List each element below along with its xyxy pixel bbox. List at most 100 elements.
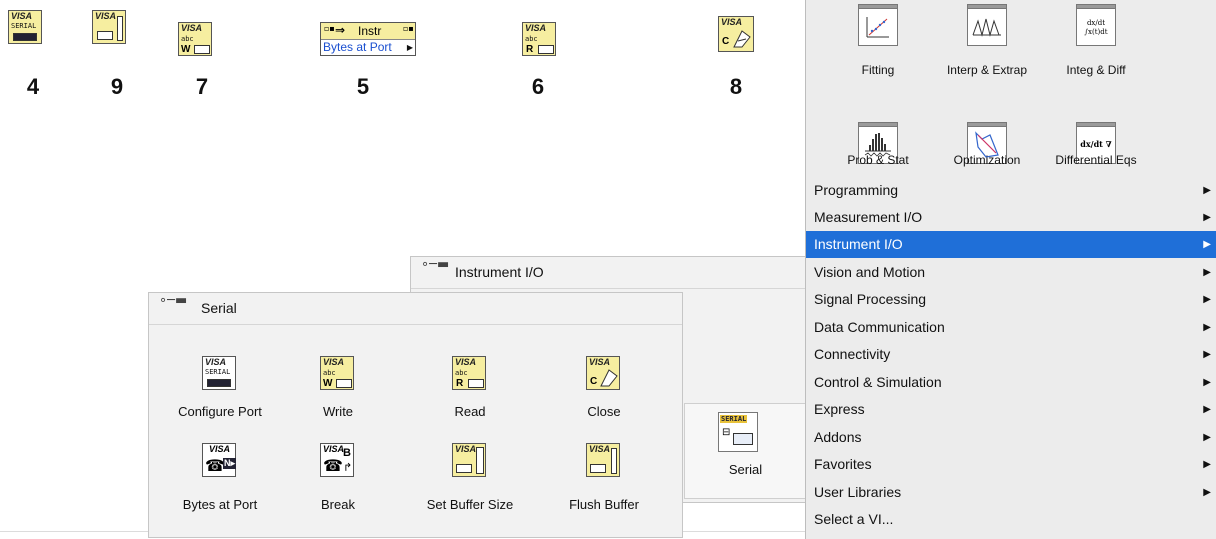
resource-glyph — [194, 45, 210, 54]
property-label: Bytes at Port — [323, 40, 392, 54]
visa-text: VISA — [11, 11, 33, 21]
serial-badge: SERIAL — [720, 415, 748, 423]
submenu-arrow-icon: ▶ — [1203, 239, 1211, 250]
item-label: Read — [454, 404, 486, 419]
category-label: Measurement I/O — [814, 209, 923, 225]
visa-write-icon: VISA abc W — [320, 356, 354, 390]
category-express[interactable]: Express ▶ — [806, 396, 1216, 423]
property-arrow-icon: ▶ — [406, 43, 413, 52]
close-letter: C — [590, 376, 598, 387]
visa-flush-buffer-icon: VISA — [586, 443, 620, 477]
configure-port-item[interactable]: VISA SERIAL Configure Port — [161, 356, 279, 426]
visa-text: VISA — [455, 357, 477, 367]
serial-palette-icon: SERIAL ⊟ — [718, 412, 758, 452]
abc-text: abc — [181, 35, 194, 43]
set-buffer-size-item[interactable]: VISA Set Buffer Size — [411, 443, 529, 513]
category-control-simulation[interactable]: Control & Simulation ▶ — [806, 369, 1216, 396]
palette-title: Instrument I/O — [455, 264, 544, 280]
ref-icon: ▫▪ — [324, 24, 335, 33]
port-glyph — [13, 33, 37, 41]
diff-eqs-glyph: dx/dt ∇ — [1080, 139, 1112, 149]
category-addons[interactable]: Addons ▶ — [806, 424, 1216, 451]
functions-palette[interactable]: Fitting Interp & Extrap dx/dt ∫x(t)dt In… — [805, 0, 1216, 539]
category-select-vi[interactable]: Select a VI... — [806, 506, 1216, 533]
serial-text: SERIAL — [205, 368, 231, 376]
visa-text: VISA — [205, 357, 227, 367]
category-favorites[interactable]: Favorites ▶ — [806, 451, 1216, 478]
visa-configure-serial-port-icon[interactable]: VISA SERIAL — [8, 10, 42, 44]
optimization-tile[interactable]: Optimization — [941, 96, 1033, 176]
serial-palette-tile[interactable]: SERIAL ⊟ Serial — [684, 403, 807, 499]
submenu-arrow-icon: ▶ — [1203, 294, 1211, 305]
tile-label: Prob & Stat — [847, 153, 909, 167]
integ-diff-tile[interactable]: dx/dt ∫x(t)dt Integ & Diff — [1050, 0, 1142, 80]
close-glyph — [733, 30, 751, 48]
category-label: Instrument I/O — [814, 236, 903, 252]
item-label: Close — [587, 404, 621, 419]
node-number: 5 — [356, 74, 370, 99]
visa-close-icon: VISA C — [586, 356, 620, 390]
flush-buffer-item[interactable]: VISA Flush Buffer — [545, 443, 663, 513]
visa-text: VISA — [525, 23, 547, 33]
close-letter: C — [722, 36, 730, 47]
connector-glyph: ⊟ — [722, 427, 731, 438]
category-connectivity[interactable]: Connectivity ▶ — [806, 341, 1216, 368]
submenu-arrow-icon: ▶ — [1203, 459, 1211, 470]
read-item[interactable]: VISA abc R Read — [411, 356, 529, 426]
buffer-glyph — [117, 16, 123, 41]
category-label: Addons — [814, 429, 862, 445]
serial-tile-label: Serial — [728, 462, 763, 477]
visa-text: VISA — [209, 444, 231, 454]
category-instrument-io[interactable]: Instrument I/O ▶ — [806, 231, 1216, 258]
category-signal-processing[interactable]: Signal Processing ▶ — [806, 286, 1216, 313]
category-data-communication[interactable]: Data Communication ▶ — [806, 314, 1216, 341]
visa-close-icon[interactable]: VISA C — [718, 16, 754, 52]
category-vision-motion[interactable]: Vision and Motion ▶ — [806, 259, 1216, 286]
fitting-tile[interactable]: Fitting — [832, 0, 924, 80]
category-user-libraries[interactable]: User Libraries ▶ — [806, 479, 1216, 506]
serial-text: SERIAL — [11, 22, 37, 30]
close-item[interactable]: VISA C Close — [545, 356, 663, 426]
visa-write-icon[interactable]: VISA abc W — [178, 22, 212, 56]
write-item[interactable]: VISA abc W Write — [279, 356, 397, 426]
visa-read-icon[interactable]: VISA abc R — [522, 22, 556, 56]
interp-extrap-tile[interactable]: Interp & Extrap — [941, 0, 1033, 80]
submenu-arrow-icon: ▶ — [1203, 322, 1211, 333]
bytes-at-port-property[interactable]: Bytes at Port ▶ — [321, 39, 415, 55]
integ-diff-glyph: dx/dt ∫x(t)dt — [1084, 19, 1108, 36]
category-measurement-io[interactable]: Measurement I/O ▶ — [806, 204, 1216, 231]
submenu-arrow-icon: ▶ — [1203, 267, 1211, 278]
submenu-arrow-icon: ▶ — [1203, 349, 1211, 360]
submenu-arrow-icon: ▶ — [1203, 404, 1211, 415]
bytes-at-port-item[interactable]: VISA ☎ N▸ Bytes at Port — [161, 443, 279, 513]
read-letter: R — [526, 44, 534, 55]
number-glyph: N▸ — [223, 458, 237, 469]
item-label: Write — [322, 404, 354, 419]
write-letter: W — [323, 378, 333, 389]
node-number: 9 — [110, 74, 124, 99]
category-label: Favorites — [814, 456, 872, 472]
break-item[interactable]: VISA ☎ B ↱ Break — [279, 443, 397, 513]
pin-icon[interactable]: ∘─▬ — [159, 293, 187, 308]
read-letter: R — [456, 378, 464, 389]
pin-icon[interactable]: ∘─▬ — [421, 257, 449, 272]
visa-flush-buffer-icon[interactable]: VISA — [92, 10, 126, 44]
category-label: User Libraries — [814, 484, 902, 500]
prob-stat-tile[interactable]: Prob & Stat — [832, 96, 924, 176]
tile-label: Interp & Extrap — [946, 63, 1028, 77]
buffer-glyph — [611, 448, 617, 474]
category-label: Programming — [814, 182, 899, 198]
bytes-at-port-property-node-icon[interactable]: ▫▪ ⇒ Instr ▫▪ Bytes at Port ▶ — [320, 22, 416, 56]
tile-label: Integ & Diff — [1066, 63, 1126, 77]
category-label: Select a VI... — [814, 511, 894, 527]
category-programming[interactable]: Programming ▶ — [806, 177, 1216, 204]
submenu-arrow-icon: ▶ — [1203, 377, 1211, 388]
visa-break-icon: VISA ☎ B ↱ — [320, 443, 354, 477]
resource-glyph — [336, 379, 352, 388]
fitting-icon — [858, 4, 898, 46]
integ-diff-icon: dx/dt ∫x(t)dt — [1076, 4, 1116, 46]
category-label: Data Communication — [814, 319, 945, 335]
differential-eqs-tile[interactable]: dx/dt ∇ Differential Eqs — [1050, 96, 1142, 176]
submenu-arrow-icon: ▶ — [1203, 432, 1211, 443]
serial-palette[interactable]: ∘─▬ Serial VISA SERIAL Configure Port VI… — [148, 292, 683, 538]
